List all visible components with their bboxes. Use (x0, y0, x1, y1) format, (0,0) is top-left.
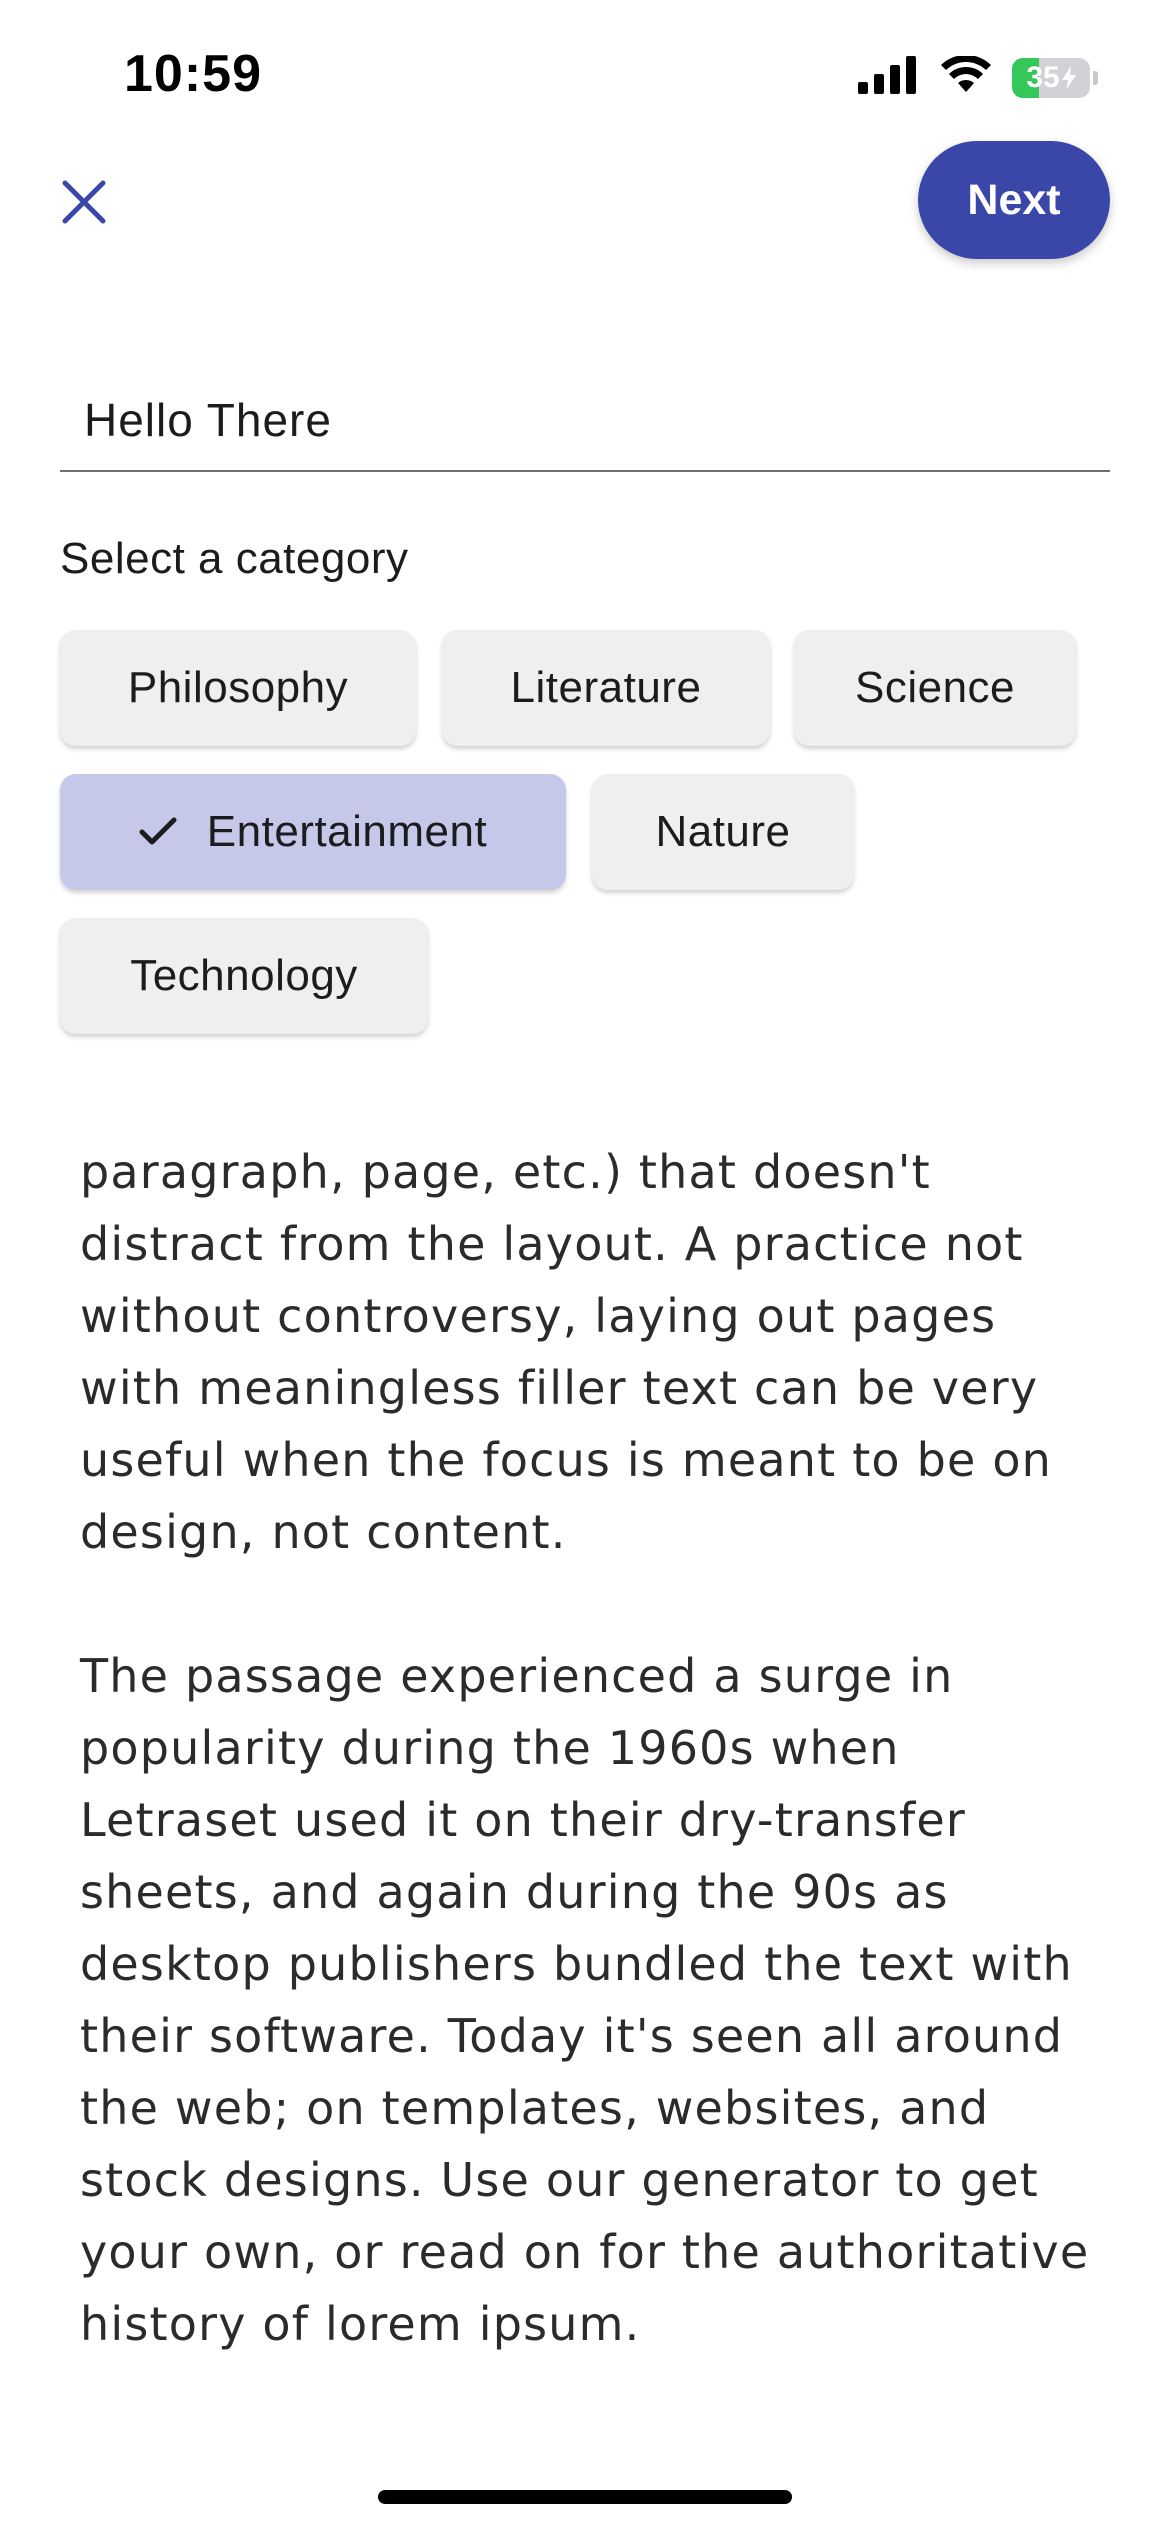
status-time: 10:59 (124, 45, 262, 103)
chip-label: Philosophy (127, 663, 349, 712)
chip-nature[interactable]: Nature (592, 774, 854, 890)
chip-literature[interactable]: Literature (442, 630, 770, 746)
chip-entertainment[interactable]: Entertainment (60, 774, 566, 890)
wifi-icon (940, 54, 992, 99)
battery: 35 (1012, 57, 1090, 98)
signal-icon (858, 56, 920, 99)
home-indicator (378, 2490, 792, 2504)
chip-technology[interactable]: Technology (60, 918, 428, 1034)
status-bar: 10:59 35 (0, 0, 1170, 150)
chip-label: Entertainment (206, 807, 488, 856)
chip-label: Technology (130, 951, 358, 1000)
battery-charging-icon: 35 (1012, 57, 1098, 98)
close-icon (61, 179, 107, 230)
next-button[interactable]: Next (918, 141, 1110, 259)
paragraph: The passage experienced a surge in popul… (80, 1649, 1090, 2351)
chip-label: Science (854, 663, 1016, 712)
category-label: Select a category (60, 534, 409, 583)
chip-science[interactable]: Science (794, 630, 1076, 746)
paragraph: paragraph, page, etc.) that doesn't dist… (80, 1145, 1053, 1559)
content-text: paragraph, page, etc.) that doesn't dist… (80, 1136, 1120, 2432)
close-button[interactable] (50, 170, 118, 238)
title-input[interactable] (84, 390, 1084, 450)
title-field (60, 380, 1110, 472)
chip-philosophy[interactable]: Philosophy (60, 630, 416, 746)
chip-label: Nature (655, 807, 791, 856)
chip-label: Literature (510, 663, 702, 712)
battery-level: 35 (1026, 60, 1060, 94)
checkmark-icon (139, 817, 177, 847)
status-icons: 35 (858, 54, 1098, 99)
